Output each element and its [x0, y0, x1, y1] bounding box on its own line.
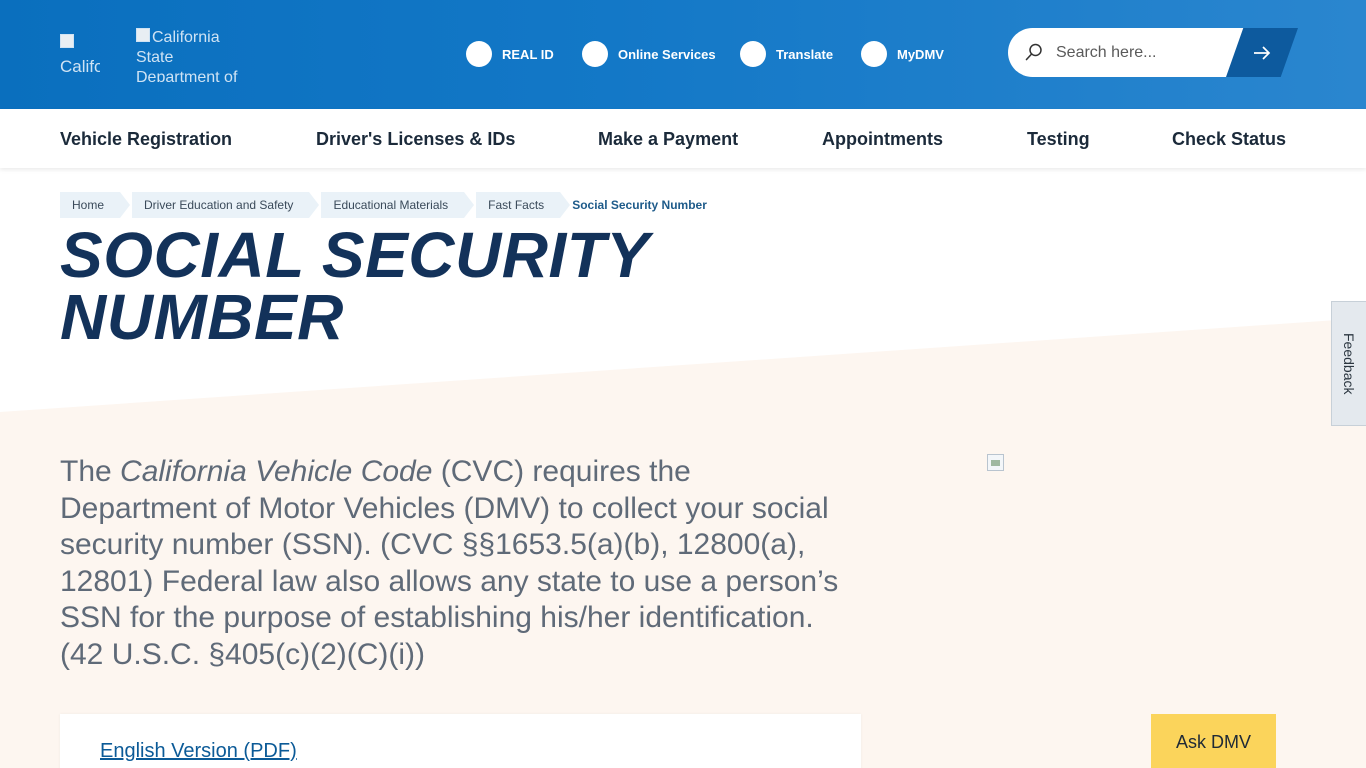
arrow-right-icon	[1254, 46, 1271, 60]
mydmv-icon	[861, 41, 887, 67]
main-navigation: Vehicle Registration Driver's Licenses &…	[0, 109, 1366, 168]
real-id-link[interactable]: REAL ID	[466, 41, 582, 67]
breadcrumb: Home Driver Education and Safety Educati…	[60, 192, 735, 218]
breadcrumb-current: Social Security Number	[572, 198, 707, 212]
online-services-icon	[582, 41, 608, 67]
intro-text: The	[60, 455, 121, 488]
mydmv-link[interactable]: MyDMV	[861, 41, 951, 67]
link-label: REAL ID	[502, 46, 554, 62]
dmv-logo[interactable]: California State Department of	[136, 28, 240, 82]
site-search	[1008, 28, 1298, 77]
translate-icon	[740, 41, 766, 67]
page-title-line2: NUMBER	[60, 281, 344, 353]
intro-emphasis: California Vehicle Code	[120, 455, 433, 488]
feedback-tab[interactable]: Feedback	[1331, 301, 1366, 426]
link-label: Translate	[776, 46, 834, 62]
translate-link[interactable]: Translate	[740, 41, 861, 67]
nav-appointments[interactable]: Appointments	[822, 129, 943, 150]
nav-check-status[interactable]: Check Status	[1172, 129, 1286, 150]
link-label: MyDMV	[897, 46, 944, 62]
broken-image-icon	[60, 34, 74, 48]
breadcrumb-driver-education[interactable]: Driver Education and Safety	[132, 192, 320, 218]
intro-paragraph: The California Vehicle Code (CVC) requir…	[60, 454, 840, 673]
link-label: Online Services	[618, 46, 716, 62]
breadcrumb-fast-facts[interactable]: Fast Facts	[476, 192, 571, 218]
nav-testing[interactable]: Testing	[1027, 129, 1090, 150]
search-input[interactable]	[1056, 40, 1236, 65]
document-card: English Version (PDF)	[60, 714, 861, 768]
broken-image-icon	[136, 28, 150, 42]
search-icon	[1025, 43, 1042, 61]
breadcrumb-educational-materials[interactable]: Educational Materials	[321, 192, 474, 218]
logo-alt-text: California State Department of	[136, 29, 238, 82]
feedback-label: Feedback	[1341, 333, 1357, 395]
utility-links: REAL ID Online Services Translate MyDMV	[466, 41, 951, 67]
site-header: Californ California State Department of …	[0, 0, 1366, 109]
logo-alt-text: Californ	[60, 57, 100, 76]
page-title: SOCIAL SECURITY NUMBER	[60, 223, 780, 349]
ca-gov-logo[interactable]: Californ	[60, 34, 100, 76]
nav-make-a-payment[interactable]: Make a Payment	[598, 129, 738, 150]
nav-vehicle-registration[interactable]: Vehicle Registration	[60, 129, 232, 150]
breadcrumb-home[interactable]: Home	[60, 192, 131, 218]
english-pdf-link[interactable]: English Version (PDF)	[100, 740, 297, 763]
broken-image-icon	[987, 454, 1004, 471]
online-services-link[interactable]: Online Services	[582, 41, 740, 67]
ask-dmv-button[interactable]: Ask DMV	[1151, 714, 1276, 768]
real-id-icon	[466, 41, 492, 67]
nav-drivers-licenses[interactable]: Driver's Licenses & IDs	[316, 129, 515, 150]
